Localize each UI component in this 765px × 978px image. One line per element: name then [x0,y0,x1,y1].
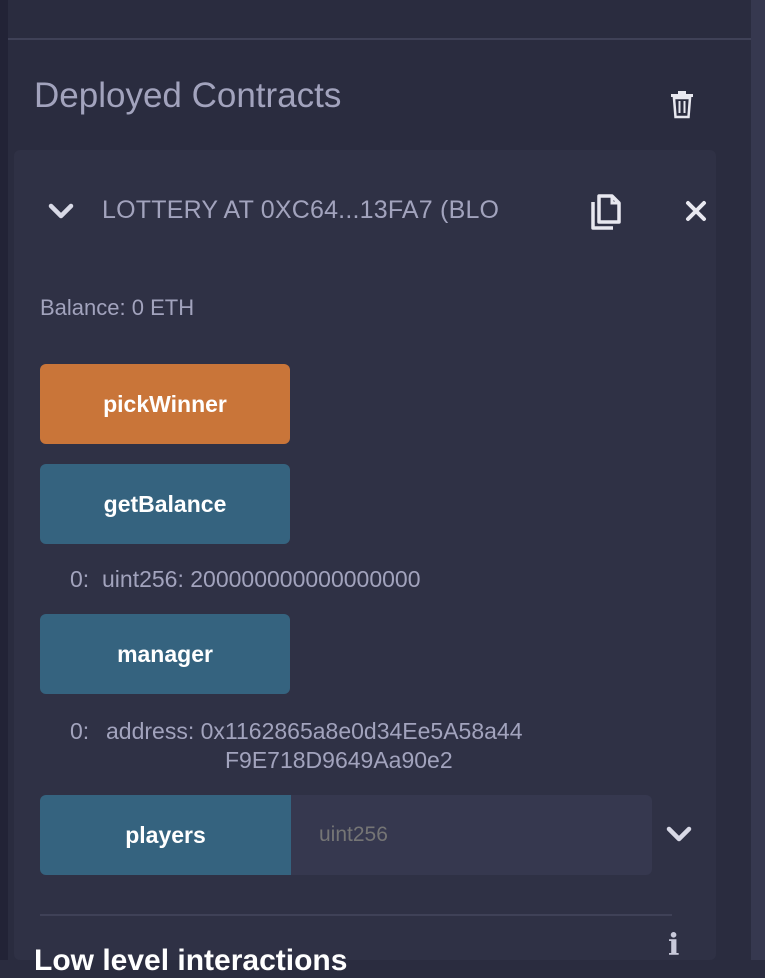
manager-output-value-line1: address: 0x1162865a8e0d34Ee5A58a44 [106,718,523,744]
players-button[interactable]: players [40,795,291,875]
getbalance-output-value: uint256: 200000000000000000 [102,566,421,592]
manager-button[interactable]: manager [40,614,290,694]
manager-output-index: 0: [70,718,90,744]
getbalance-button[interactable]: getBalance [40,464,290,544]
manager-output-value-line2: F9E718D9649Aa90e2 [225,747,453,773]
contract-title[interactable]: LOTTERY AT 0XC64...13FA7 (BLO [102,196,499,225]
section-title: Deployed Contracts [34,76,342,115]
panel-resize-bar[interactable] [751,0,765,960]
chevron-down-icon[interactable] [48,198,74,224]
copy-icon[interactable] [586,190,630,234]
trash-icon[interactable] [666,88,698,120]
chevron-down-icon[interactable] [665,822,693,846]
getbalance-output-index: 0: [70,566,90,592]
left-panel-edge [0,0,8,960]
contract-balance: Balance: 0 ETH [40,295,195,320]
players-function-row: players [40,795,652,875]
info-icon[interactable]: i [668,928,679,963]
low-level-divider [40,914,672,916]
low-level-title: Low level interactions [34,944,348,977]
close-icon[interactable] [683,198,709,224]
top-divider [8,38,751,40]
pickwinner-button[interactable]: pickWinner [40,364,290,444]
players-input[interactable] [291,795,652,875]
